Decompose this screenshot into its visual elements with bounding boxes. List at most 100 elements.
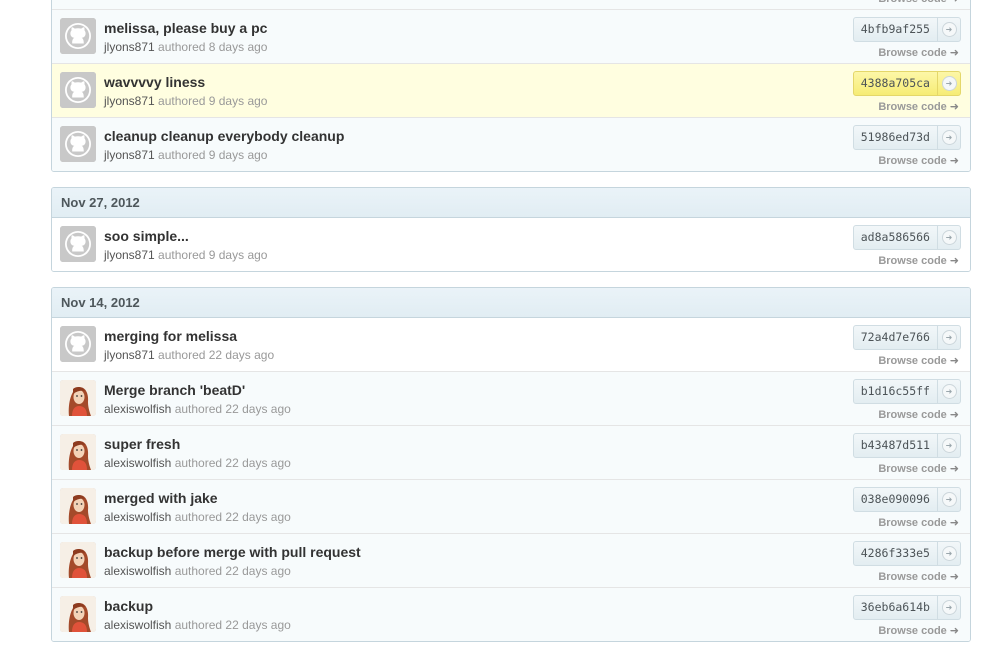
commit-row[interactable]: backup alexiswolfish authored 22 days ag… <box>52 587 970 641</box>
commit-sha-button[interactable]: ad8a586566 ➜ <box>852 225 961 250</box>
browse-code-label: Browse code <box>878 409 947 421</box>
arrow-circle-icon[interactable]: ➜ <box>937 126 960 149</box>
commit-author[interactable]: jlyons871 <box>104 94 155 108</box>
commit-sha-button[interactable]: b43487d511 ➜ <box>852 433 961 458</box>
commit-row[interactable]: cleanup cleanup everybody cleanup jlyons… <box>52 117 970 171</box>
commit-sha-button[interactable]: 4bfb9af255 ➜ <box>852 17 961 42</box>
commit-sha-button[interactable]: 51986ed73d ➜ <box>852 125 961 150</box>
commit-row[interactable]: wavvvvy liness jlyons871 authored 9 days… <box>52 63 970 117</box>
commit-message[interactable]: wavvvvy liness <box>104 74 205 90</box>
commit-authored-time: authored 22 days ago <box>174 402 291 416</box>
commit-author[interactable]: alexiswolfish <box>104 402 171 416</box>
browse-code-link[interactable]: Browse code➜ <box>878 46 959 59</box>
browse-code-link[interactable]: Browse code➜ <box>878 254 959 267</box>
default-avatar-icon[interactable] <box>60 72 96 108</box>
user-avatar[interactable] <box>60 542 96 578</box>
browse-code-link[interactable]: Browse code➜ <box>878 100 959 113</box>
browse-code-link[interactable]: Browse code➜ <box>878 624 959 637</box>
commit-sha[interactable]: b43487d511 <box>854 434 937 457</box>
commit-sha[interactable]: 4388a705ca <box>854 72 937 95</box>
commit-authored-time: authored 8 days ago <box>158 40 268 54</box>
commit-message[interactable]: merging for melissa <box>104 328 237 344</box>
commit-sha[interactable]: 4bfb9af255 <box>854 18 937 41</box>
browse-code-link[interactable]: Browse code➜ <box>878 0 959 5</box>
commit-sha[interactable]: b1d16c55ff <box>854 380 937 403</box>
commit-meta: alexiswolfish authored 22 days ago <box>104 618 291 632</box>
commit-authored-time: authored 22 days ago <box>174 510 291 524</box>
commit-authored-time: authored 9 days ago <box>158 94 268 108</box>
commit-sha[interactable]: 36eb6a614b <box>854 596 937 619</box>
commit-row[interactable]: soo simple... jlyons871 authored 9 days … <box>52 218 970 271</box>
commit-sha[interactable]: 4286f333e5 <box>854 542 937 565</box>
commit-message[interactable]: backup <box>104 598 153 614</box>
arrow-circle-icon[interactable]: ➜ <box>937 18 960 41</box>
browse-code-link[interactable]: Browse code➜ <box>878 408 959 421</box>
commit-sha-button[interactable]: 4286f333e5 ➜ <box>852 541 961 566</box>
arrow-right-icon: ➜ <box>949 355 959 367</box>
commit-sha-button[interactable]: 36eb6a614b ➜ <box>852 595 961 620</box>
commit-sha-button[interactable]: b1d16c55ff ➜ <box>852 379 961 404</box>
commit-message[interactable]: cleanup cleanup everybody cleanup <box>104 128 344 144</box>
commit-sha-button[interactable]: 038e090096 ➜ <box>852 487 961 512</box>
browse-code-link[interactable]: Browse code➜ <box>878 354 959 367</box>
commit-sha-button[interactable]: 72a4d7e766 ➜ <box>852 325 961 350</box>
commit-author[interactable]: alexiswolfish <box>104 456 171 470</box>
commit-row[interactable]: super fresh alexiswolfish authored 22 da… <box>52 425 970 479</box>
commit-row[interactable]: ➜ Browse code ➜ <box>52 0 970 9</box>
commit-author[interactable]: jlyons871 <box>104 148 155 162</box>
user-avatar[interactable] <box>60 596 96 632</box>
browse-code-label: Browse code <box>878 255 947 267</box>
arrow-right-icon: ➜ <box>949 625 959 637</box>
arrow-circle-icon[interactable]: ➜ <box>937 380 960 403</box>
arrow-circle-icon[interactable]: ➜ <box>937 434 960 457</box>
arrow-circle-icon[interactable]: ➜ <box>937 596 960 619</box>
arrow-right-icon: ➜ <box>949 463 959 475</box>
commit-author[interactable]: jlyons871 <box>104 248 155 262</box>
commit-message[interactable]: merged with jake <box>104 490 218 506</box>
default-avatar-icon[interactable] <box>60 226 96 262</box>
commit-message[interactable]: soo simple... <box>104 228 189 244</box>
commit-sha[interactable]: 72a4d7e766 <box>854 326 937 349</box>
browse-code-link[interactable]: Browse code➜ <box>878 516 959 529</box>
commit-message[interactable]: melissa, please buy a pc <box>104 20 267 36</box>
default-avatar-icon[interactable] <box>60 18 96 54</box>
commit-message[interactable]: Merge branch 'beatD' <box>104 382 245 398</box>
user-avatar[interactable] <box>60 380 96 416</box>
commit-sha[interactable]: 038e090096 <box>854 488 937 511</box>
arrow-circle-icon[interactable]: ➜ <box>937 226 960 249</box>
commit-row[interactable]: Merge branch 'beatD' alexiswolfish autho… <box>52 371 970 425</box>
commit-authored-time: authored 22 days ago <box>174 618 291 632</box>
arrow-right-icon: ➜ <box>949 155 959 167</box>
commit-group: Nov 14, 2012 merging for melissa jlyons8… <box>51 287 971 642</box>
user-avatar[interactable] <box>60 434 96 470</box>
browse-code-link[interactable]: Browse code➜ <box>878 570 959 583</box>
user-avatar[interactable] <box>60 488 96 524</box>
commit-row[interactable]: merged with jake alexiswolfish authored … <box>52 479 970 533</box>
arrow-circle-icon[interactable]: ➜ <box>937 542 960 565</box>
default-avatar-icon[interactable] <box>60 126 96 162</box>
commit-sha-button[interactable]: 4388a705ca ➜ <box>852 71 961 96</box>
commit-author[interactable]: alexiswolfish <box>104 510 171 524</box>
commit-meta: alexiswolfish authored 22 days ago <box>104 510 291 524</box>
commit-row[interactable]: backup before merge with pull request al… <box>52 533 970 587</box>
default-avatar-icon[interactable] <box>60 326 96 362</box>
browse-code-label: Browse code <box>878 571 947 583</box>
commit-meta: jlyons871 authored 9 days ago <box>104 148 267 162</box>
arrow-circle-icon[interactable]: ➜ <box>937 488 960 511</box>
commit-message[interactable]: super fresh <box>104 436 180 452</box>
commit-message[interactable]: backup before merge with pull request <box>104 544 361 560</box>
arrow-circle-icon[interactable]: ➜ <box>937 72 960 95</box>
browse-code-link[interactable]: Browse code➜ <box>878 462 959 475</box>
arrow-right-icon: ➜ <box>949 571 959 583</box>
commit-author[interactable]: jlyons871 <box>104 348 155 362</box>
commit-row[interactable]: merging for melissa jlyons871 authored 2… <box>52 318 970 371</box>
commit-author[interactable]: alexiswolfish <box>104 564 171 578</box>
commit-row[interactable]: melissa, please buy a pc jlyons871 autho… <box>52 9 970 63</box>
browse-code-link[interactable]: Browse code➜ <box>878 154 959 167</box>
commit-author[interactable]: alexiswolfish <box>104 618 171 632</box>
arrow-circle-icon[interactable]: ➜ <box>937 326 960 349</box>
commit-author[interactable]: jlyons871 <box>104 40 155 54</box>
commit-sha[interactable]: 51986ed73d <box>854 126 937 149</box>
commit-meta: alexiswolfish authored 22 days ago <box>104 564 291 578</box>
commit-sha[interactable]: ad8a586566 <box>854 226 937 249</box>
